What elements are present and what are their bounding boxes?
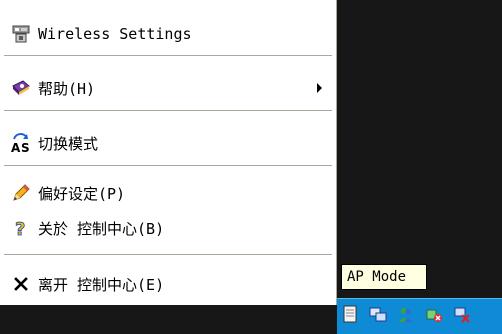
tooltip: AP Mode <box>341 264 427 290</box>
menu-item-label: 离开 控制中心(E) <box>38 275 165 294</box>
question-icon: ? <box>10 217 32 239</box>
menu-item-label: Wireless Settings <box>38 25 192 43</box>
wireless-settings-icon <box>10 23 32 45</box>
menu-item-about[interactable]: ? 关於 控制中心(B) <box>0 212 336 244</box>
menu-item-label: 切换模式 <box>38 134 99 153</box>
menu-item-preferences[interactable]: 偏好设定(P) <box>0 177 336 209</box>
network-error-icon[interactable] <box>453 305 471 323</box>
switch-mode-icon: A S <box>10 132 32 154</box>
menu-separator <box>4 254 332 255</box>
svg-text:S: S <box>21 141 30 154</box>
help-book-icon <box>10 77 32 99</box>
context-menu: Wireless Settings 帮助(H) A S 切换模式 偏好设定(P)… <box>0 0 337 305</box>
taskbar <box>337 298 502 334</box>
menu-item-exit[interactable]: 离开 控制中心(E) <box>0 268 336 300</box>
submenu-arrow-icon <box>317 83 322 93</box>
messenger-icon[interactable] <box>397 305 415 323</box>
svg-text:?: ? <box>15 219 25 238</box>
network-icon[interactable] <box>369 305 387 323</box>
menu-separator <box>4 110 332 111</box>
menu-separator <box>4 165 332 166</box>
wireless-alert-icon[interactable] <box>425 305 443 323</box>
close-x-icon <box>10 273 32 295</box>
notepad-icon[interactable] <box>341 305 359 323</box>
svg-text:A: A <box>11 141 21 154</box>
menu-item-wireless-settings[interactable]: Wireless Settings <box>0 18 336 50</box>
menu-item-label: 关於 控制中心(B) <box>38 219 165 238</box>
menu-item-label: 偏好设定(P) <box>38 184 126 203</box>
menu-item-label: 帮助(H) <box>38 79 96 98</box>
menu-separator <box>4 55 332 56</box>
menu-item-help[interactable]: 帮助(H) <box>0 72 336 104</box>
pencil-icon <box>10 182 32 204</box>
menu-item-switch-mode[interactable]: A S 切换模式 <box>0 127 336 159</box>
